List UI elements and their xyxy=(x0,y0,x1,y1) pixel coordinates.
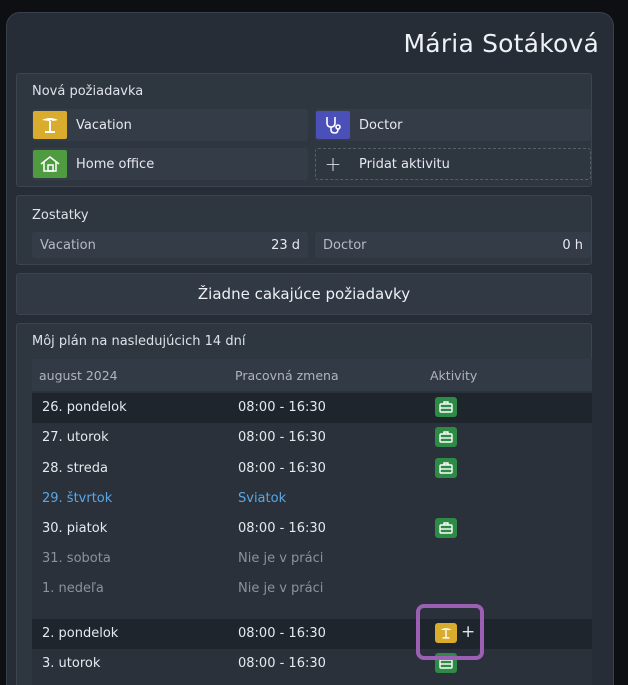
balances-title: Zostatky xyxy=(32,208,89,223)
row-day: 27. utorok xyxy=(42,430,109,445)
schedule-table: august 2024 Pracovná zmena Aktivity 26. … xyxy=(32,359,592,685)
vacation-request-label: Vacation xyxy=(76,117,132,133)
briefcase-icon[interactable] xyxy=(435,427,457,447)
schedule-title: Môj plán na nasledujúcich 14 dní xyxy=(32,334,246,349)
balance-name: Doctor xyxy=(323,237,367,253)
balance-value: 0 h xyxy=(562,237,583,253)
doctor-balance: Doctor 0 h xyxy=(315,232,591,258)
row-day: 30. piatok xyxy=(42,521,108,536)
stethoscope-icon xyxy=(316,111,350,139)
briefcase-icon[interactable] xyxy=(435,458,457,478)
new-request-panel: Nová požiadavka Vacation Doctor Home off… xyxy=(16,73,592,187)
row-shift: 08:00 - 16:30 xyxy=(238,626,326,641)
pending-requests-label: Žiadne cakajúce požiadavky xyxy=(197,285,411,303)
briefcase-icon[interactable] xyxy=(435,397,457,417)
header-month: august 2024 xyxy=(39,368,118,383)
row-shift: 08:00 - 16:30 xyxy=(238,400,326,415)
house-icon xyxy=(33,150,67,178)
row-day: 28. streda xyxy=(42,461,108,476)
row-shift: Nie je v práci xyxy=(238,551,324,566)
header-shift: Pracovná zmena xyxy=(235,368,339,383)
row-day: 31. sobota xyxy=(42,551,111,566)
user-name: Mária Sotáková xyxy=(403,29,599,58)
highlight-box xyxy=(416,604,484,660)
row-shift: 08:00 - 16:30 xyxy=(238,430,326,445)
table-row[interactable]: 2. pondelok 08:00 - 16:30 + xyxy=(32,619,592,649)
row-shift: Nie je v práci xyxy=(238,581,324,596)
palm-tree-icon xyxy=(33,111,67,139)
row-shift: Sviatok xyxy=(238,491,287,506)
balance-name: Vacation xyxy=(40,237,96,253)
plus-icon: + xyxy=(324,152,342,176)
row-day: 26. pondelok xyxy=(42,400,127,415)
row-shift: 08:00 - 16:30 xyxy=(238,521,326,536)
schedule-panel: Môj plán na nasledujúcich 14 dní august … xyxy=(16,323,592,685)
table-row[interactable]: 28. streda 08:00 - 16:30 xyxy=(32,454,592,484)
briefcase-icon[interactable] xyxy=(435,518,457,538)
header-activities: Aktivity xyxy=(430,368,478,383)
balances-panel: Zostatky Vacation 23 d Doctor 0 h xyxy=(16,195,592,265)
row-day: 2. pondelok xyxy=(42,626,119,641)
app-window: Mária Sotáková Nová požiadavka Vacation … xyxy=(6,12,614,685)
table-row[interactable]: 27. utorok 08:00 - 16:30 xyxy=(32,423,592,453)
row-day: 3. utorok xyxy=(42,656,101,671)
row-shift: 08:00 - 16:30 xyxy=(238,656,326,671)
home-office-request-button[interactable]: Home office xyxy=(32,148,308,180)
schedule-header: august 2024 Pracovná zmena Aktivity xyxy=(32,359,592,391)
new-request-title: Nová požiadavka xyxy=(32,84,144,99)
row-day: 1. nedeľa xyxy=(42,581,104,596)
table-row[interactable]: 29. štvrtok Sviatok xyxy=(32,484,592,514)
pending-requests-banner[interactable]: Žiadne cakajúce požiadavky xyxy=(16,273,592,315)
doctor-request-label: Doctor xyxy=(359,117,403,133)
home-office-request-label: Home office xyxy=(76,156,155,172)
row-day: 29. štvrtok xyxy=(42,491,113,506)
table-row[interactable]: 26. pondelok 08:00 - 16:30 xyxy=(32,393,592,423)
add-activity-button[interactable]: + Pridat aktivitu xyxy=(315,148,591,180)
row-shift: 08:00 - 16:30 xyxy=(238,461,326,476)
table-row[interactable]: 1. nedeľa Nie je v práci xyxy=(32,574,592,604)
vacation-balance: Vacation 23 d xyxy=(32,232,308,258)
vacation-request-button[interactable]: Vacation xyxy=(32,109,308,141)
add-activity-label: Pridat aktivitu xyxy=(359,156,450,172)
table-row[interactable]: 30. piatok 08:00 - 16:30 xyxy=(32,514,592,544)
doctor-request-button[interactable]: Doctor xyxy=(315,109,591,141)
table-row[interactable]: 3. utorok 08:00 - 16:30 xyxy=(32,649,592,679)
table-row[interactable]: 31. sobota Nie je v práci xyxy=(32,544,592,574)
balance-value: 23 d xyxy=(271,237,300,253)
